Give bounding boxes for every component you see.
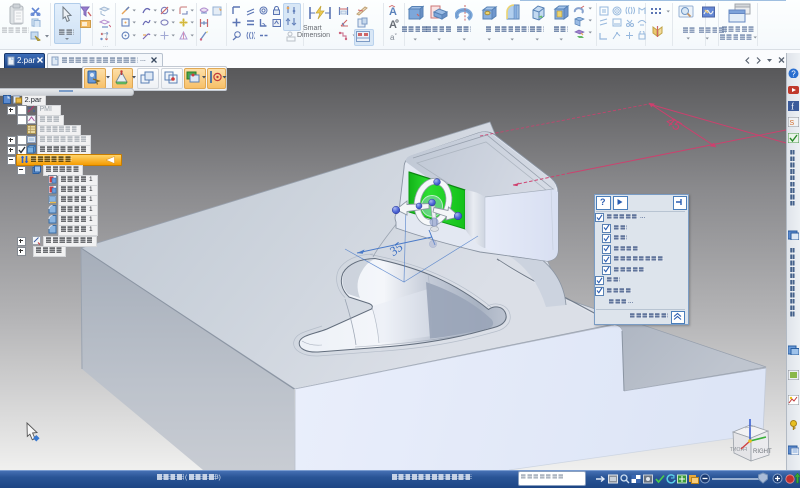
svg-text:A: A (389, 6, 397, 17)
svg-text:RIGHT: RIGHT (753, 449, 772, 455)
svg-text:f: f (791, 102, 794, 112)
svg-text:a: a (390, 33, 395, 41)
svg-text:S: S (790, 120, 795, 127)
svg-text:?: ? (791, 70, 796, 79)
svg-text:FRONT: FRONT (730, 447, 747, 453)
